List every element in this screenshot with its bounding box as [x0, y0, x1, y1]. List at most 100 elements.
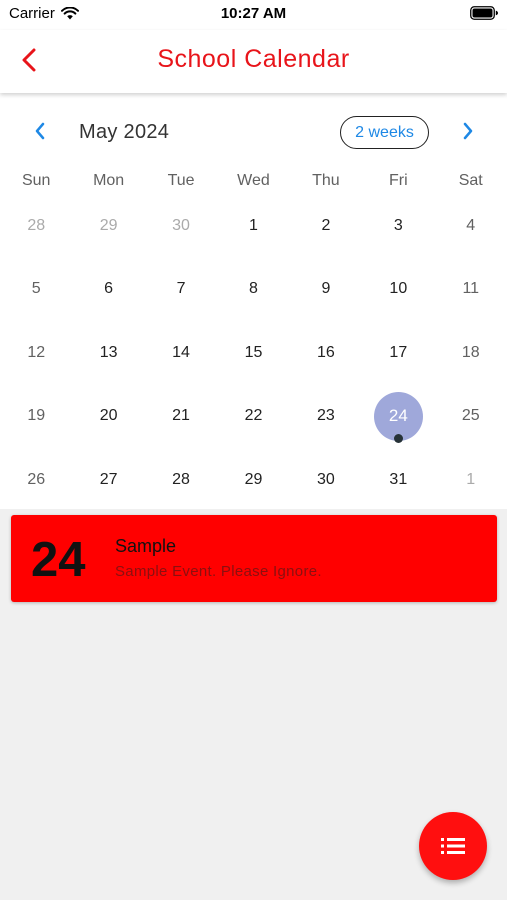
status-time: 10:27 AM	[220, 5, 287, 22]
day-number: 1	[466, 470, 476, 488]
day-number: 25	[461, 407, 480, 425]
week-row: 28 29 30 1 2 3 4	[0, 194, 507, 258]
day-number: 29	[99, 216, 118, 234]
chevron-left-icon	[35, 122, 45, 140]
day-number: 4	[466, 216, 476, 234]
day-number: 20	[99, 407, 118, 425]
day-number: 19	[27, 407, 46, 425]
event-title: Sample	[115, 536, 177, 556]
day-number: 24	[388, 406, 408, 426]
day-number: 11	[462, 280, 480, 298]
day-cell[interactable]: 20	[72, 385, 144, 449]
day-number: 27	[99, 470, 118, 488]
day-number: 17	[389, 343, 408, 361]
day-number: 21	[172, 407, 190, 425]
week-row: 19 20 21 22 23 24 25	[0, 385, 507, 449]
day-number: 18	[461, 343, 480, 361]
day-cell[interactable]: 2	[290, 194, 362, 258]
day-cell[interactable]: 10	[362, 258, 434, 322]
day-number: 10	[389, 280, 408, 298]
week-row: 26 27 28 29 30 31 1	[0, 448, 507, 512]
weekday-label: Mon	[93, 172, 125, 189]
event-description: Sample Event. Please Ignore.	[115, 563, 322, 580]
weekday-label: Thu	[312, 172, 340, 189]
day-cell[interactable]: 1	[217, 194, 289, 258]
page-title: School Calendar	[157, 45, 350, 73]
day-cell[interactable]: 5	[0, 258, 72, 322]
day-number: 7	[176, 280, 186, 298]
day-cell[interactable]: 25	[435, 385, 507, 449]
day-grid: 28 29 30 1 2 3 4 5 6 7 8 9 10 11 12 13 14 15 16 17 18 19 20 21 2…	[0, 194, 507, 512]
day-cell[interactable]: 6	[72, 258, 144, 322]
day-cell[interactable]: 29	[72, 194, 144, 258]
day-cell[interactable]: 22	[217, 385, 289, 449]
day-number: 12	[27, 343, 46, 361]
event-day-number: 24	[31, 533, 86, 587]
day-cell[interactable]: 1	[435, 448, 507, 512]
day-number: 26	[27, 470, 46, 488]
day-cell[interactable]: 31	[362, 448, 434, 512]
weekday-label: Wed	[237, 172, 270, 189]
day-cell[interactable]: 28	[145, 448, 217, 512]
day-cell[interactable]: 16	[290, 321, 362, 385]
day-cell[interactable]: 19	[0, 385, 72, 449]
weekday-label: Tue	[167, 172, 195, 189]
day-number: 13	[99, 343, 118, 361]
event-list-button[interactable]	[419, 812, 487, 880]
day-cell[interactable]: 23	[290, 385, 362, 449]
day-cell[interactable]: 8	[217, 258, 289, 322]
day-number: 28	[27, 216, 46, 234]
day-number: 9	[321, 280, 331, 298]
day-cell[interactable]: 4	[435, 194, 507, 258]
next-month-button[interactable]	[456, 119, 480, 143]
day-cell[interactable]: 21	[145, 385, 217, 449]
day-number: 6	[104, 280, 114, 298]
day-cell[interactable]: 18	[435, 321, 507, 385]
day-cell[interactable]: 3	[362, 194, 434, 258]
day-cell[interactable]: 29	[217, 448, 289, 512]
weekday-label: Sun	[21, 172, 51, 189]
day-cell[interactable]: 17	[362, 321, 434, 385]
day-number: 29	[244, 470, 263, 488]
day-cell[interactable]: 7	[145, 258, 217, 322]
calendar-header: May 2024 2 weeks	[0, 93, 507, 173]
day-cell[interactable]: 13	[72, 321, 144, 385]
day-number: 30	[317, 470, 335, 488]
day-number: 8	[249, 280, 258, 298]
day-cell[interactable]: 27	[72, 448, 144, 512]
day-cell[interactable]: 30	[145, 194, 217, 258]
weekday-label: Fri	[388, 172, 408, 189]
day-number: 22	[244, 407, 263, 425]
week-row: 5 6 7 8 9 10 11	[0, 258, 507, 322]
battery-icon	[470, 6, 498, 20]
day-number: 15	[244, 343, 263, 361]
week-row: 12 13 14 15 16 17 18	[0, 321, 507, 385]
day-number: 14	[172, 343, 190, 361]
day-number: 16	[317, 343, 335, 361]
day-number: 23	[317, 407, 335, 425]
day-cell[interactable]: 30	[290, 448, 362, 512]
day-number: 3	[393, 216, 403, 234]
day-cell-selected[interactable]: 24	[362, 385, 434, 449]
day-cell[interactable]: 9	[290, 258, 362, 322]
day-number: 30	[172, 216, 190, 234]
weekday-label: Sat	[458, 172, 483, 189]
event-card[interactable]: 24 Sample Sample Event. Please Ignore.	[11, 515, 497, 602]
day-number: 28	[172, 470, 190, 488]
day-cell[interactable]: 14	[145, 321, 217, 385]
format-toggle-button[interactable]: 2 weeks	[340, 116, 429, 149]
previous-month-button[interactable]	[28, 119, 52, 143]
chevron-right-icon	[463, 122, 473, 140]
day-number: 31	[389, 470, 408, 488]
day-cell[interactable]: 28	[0, 194, 72, 258]
event-marker-dot	[393, 434, 403, 443]
weekday-header: Sun Mon Tue Wed Thu Fri Sat	[0, 172, 507, 194]
day-cell[interactable]: 12	[0, 321, 72, 385]
day-number: 5	[31, 280, 41, 298]
day-cell[interactable]: 15	[217, 321, 289, 385]
month-label: May 2024	[79, 121, 170, 143]
day-cell[interactable]: 11	[435, 258, 507, 322]
day-number: 2	[321, 216, 331, 234]
day-number: 1	[249, 216, 258, 234]
day-cell[interactable]: 26	[0, 448, 72, 512]
